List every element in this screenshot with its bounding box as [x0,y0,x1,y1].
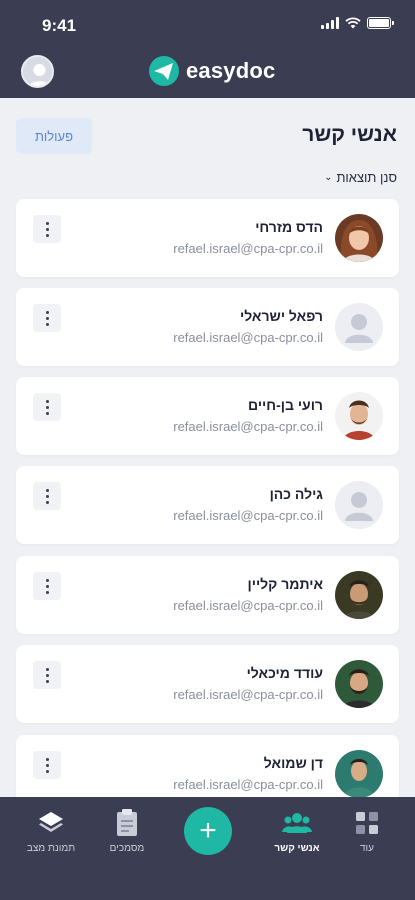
contact-card[interactable]: איתמר קליין refael.israel@cpa-cpr.co.il [16,556,399,634]
contact-avatar [335,660,383,708]
tab-contacts[interactable]: אנשי קשר [262,809,332,854]
contact-card[interactable]: עודד מיכאלי refael.israel@cpa-cpr.co.il [16,645,399,723]
contact-card[interactable]: גילה כהן refael.israel@cpa-cpr.co.il [16,466,399,544]
contact-name: עודד מיכאלי [246,665,323,681]
more-options-button[interactable] [33,751,61,779]
contact-name: דן שמואל [263,755,323,771]
tab-documents[interactable]: מסמכים [92,809,162,854]
app-name: easydoc [186,58,276,83]
contact-name: גילה כהן [269,486,323,502]
man-photo-icon [335,571,383,619]
plus-icon: + [199,814,217,847]
more-options-button[interactable] [33,572,61,600]
contact-name: הדס מזרחי [255,219,323,235]
contact-email: refael.israel@cpa-cpr.co.il [173,419,323,434]
app-header: 9:41 easydoc [0,0,415,98]
contact-avatar [335,214,383,262]
more-options-button[interactable] [33,661,61,689]
contact-email: refael.israel@cpa-cpr.co.il [173,241,323,256]
contact-avatar [335,571,383,619]
user-placeholder-icon [335,481,383,529]
contact-email: refael.israel@cpa-cpr.co.il [173,330,323,345]
contact-card[interactable]: רועי בן-חיים refael.israel@cpa-cpr.co.il [16,377,399,455]
page-title: אנשי קשר [302,123,397,146]
contact-avatar [335,303,383,351]
user-placeholder-icon [335,303,383,351]
user-placeholder-icon [28,64,51,86]
battery-icon [367,17,394,29]
contact-email: refael.israel@cpa-cpr.co.il [173,687,323,702]
more-options-button[interactable] [33,304,61,332]
contact-name: איתמר קליין [247,576,324,592]
clipboard-icon [117,809,137,836]
tab-label: מסמכים [109,843,145,854]
status-icons [321,17,394,29]
status-time: 9:41 [42,16,77,35]
profile-avatar[interactable] [21,55,54,88]
more-options-button[interactable] [33,482,61,510]
contact-name: רועי בן-חיים [248,397,323,413]
contact-email: refael.israel@cpa-cpr.co.il [173,598,323,613]
filter-label: סנן תוצאות [336,170,397,185]
contact-email: refael.israel@cpa-cpr.co.il [173,508,323,523]
bottom-tab-bar: תמונת מצב מסמכים + אנשי קשר עוד [0,797,415,900]
contact-card[interactable]: רפאל ישראלי refael.israel@cpa-cpr.co.il [16,288,399,366]
layers-icon [39,812,63,832]
tab-more[interactable]: עוד [332,809,402,854]
paper-plane-logo-icon [149,56,179,86]
man-photo-icon [335,660,383,708]
woman-photo-icon [335,214,383,262]
contact-name: רפאל ישראלי [239,308,323,324]
contact-avatar [335,481,383,529]
app-logo: easydoc [148,56,275,86]
people-icon [282,813,312,833]
man-photo-icon [335,392,383,440]
chevron-down-icon: ⌄ [324,172,333,183]
contact-avatar [335,392,383,440]
more-options-button[interactable] [33,215,61,243]
filter-dropdown[interactable]: סנן תוצאות ⌄ [324,170,397,185]
more-options-button[interactable] [33,393,61,421]
wifi-icon [345,17,361,29]
tab-label: תמונת מצב [26,843,76,854]
tab-label: עוד [360,843,374,854]
grid-icon [356,812,378,834]
add-button[interactable]: + [184,807,232,855]
contact-card[interactable]: הדס מזרחי refael.israel@cpa-cpr.co.il [16,199,399,277]
tab-snapshot[interactable]: תמונת מצב [16,809,86,854]
actions-button[interactable]: פעולות [16,118,92,154]
tab-label: אנשי קשר [274,843,320,854]
man-photo-icon [335,750,383,798]
contact-avatar [335,750,383,798]
contact-email: refael.israel@cpa-cpr.co.il [173,777,323,792]
status-bar: 9:41 [0,0,415,44]
signal-icon [321,17,339,29]
